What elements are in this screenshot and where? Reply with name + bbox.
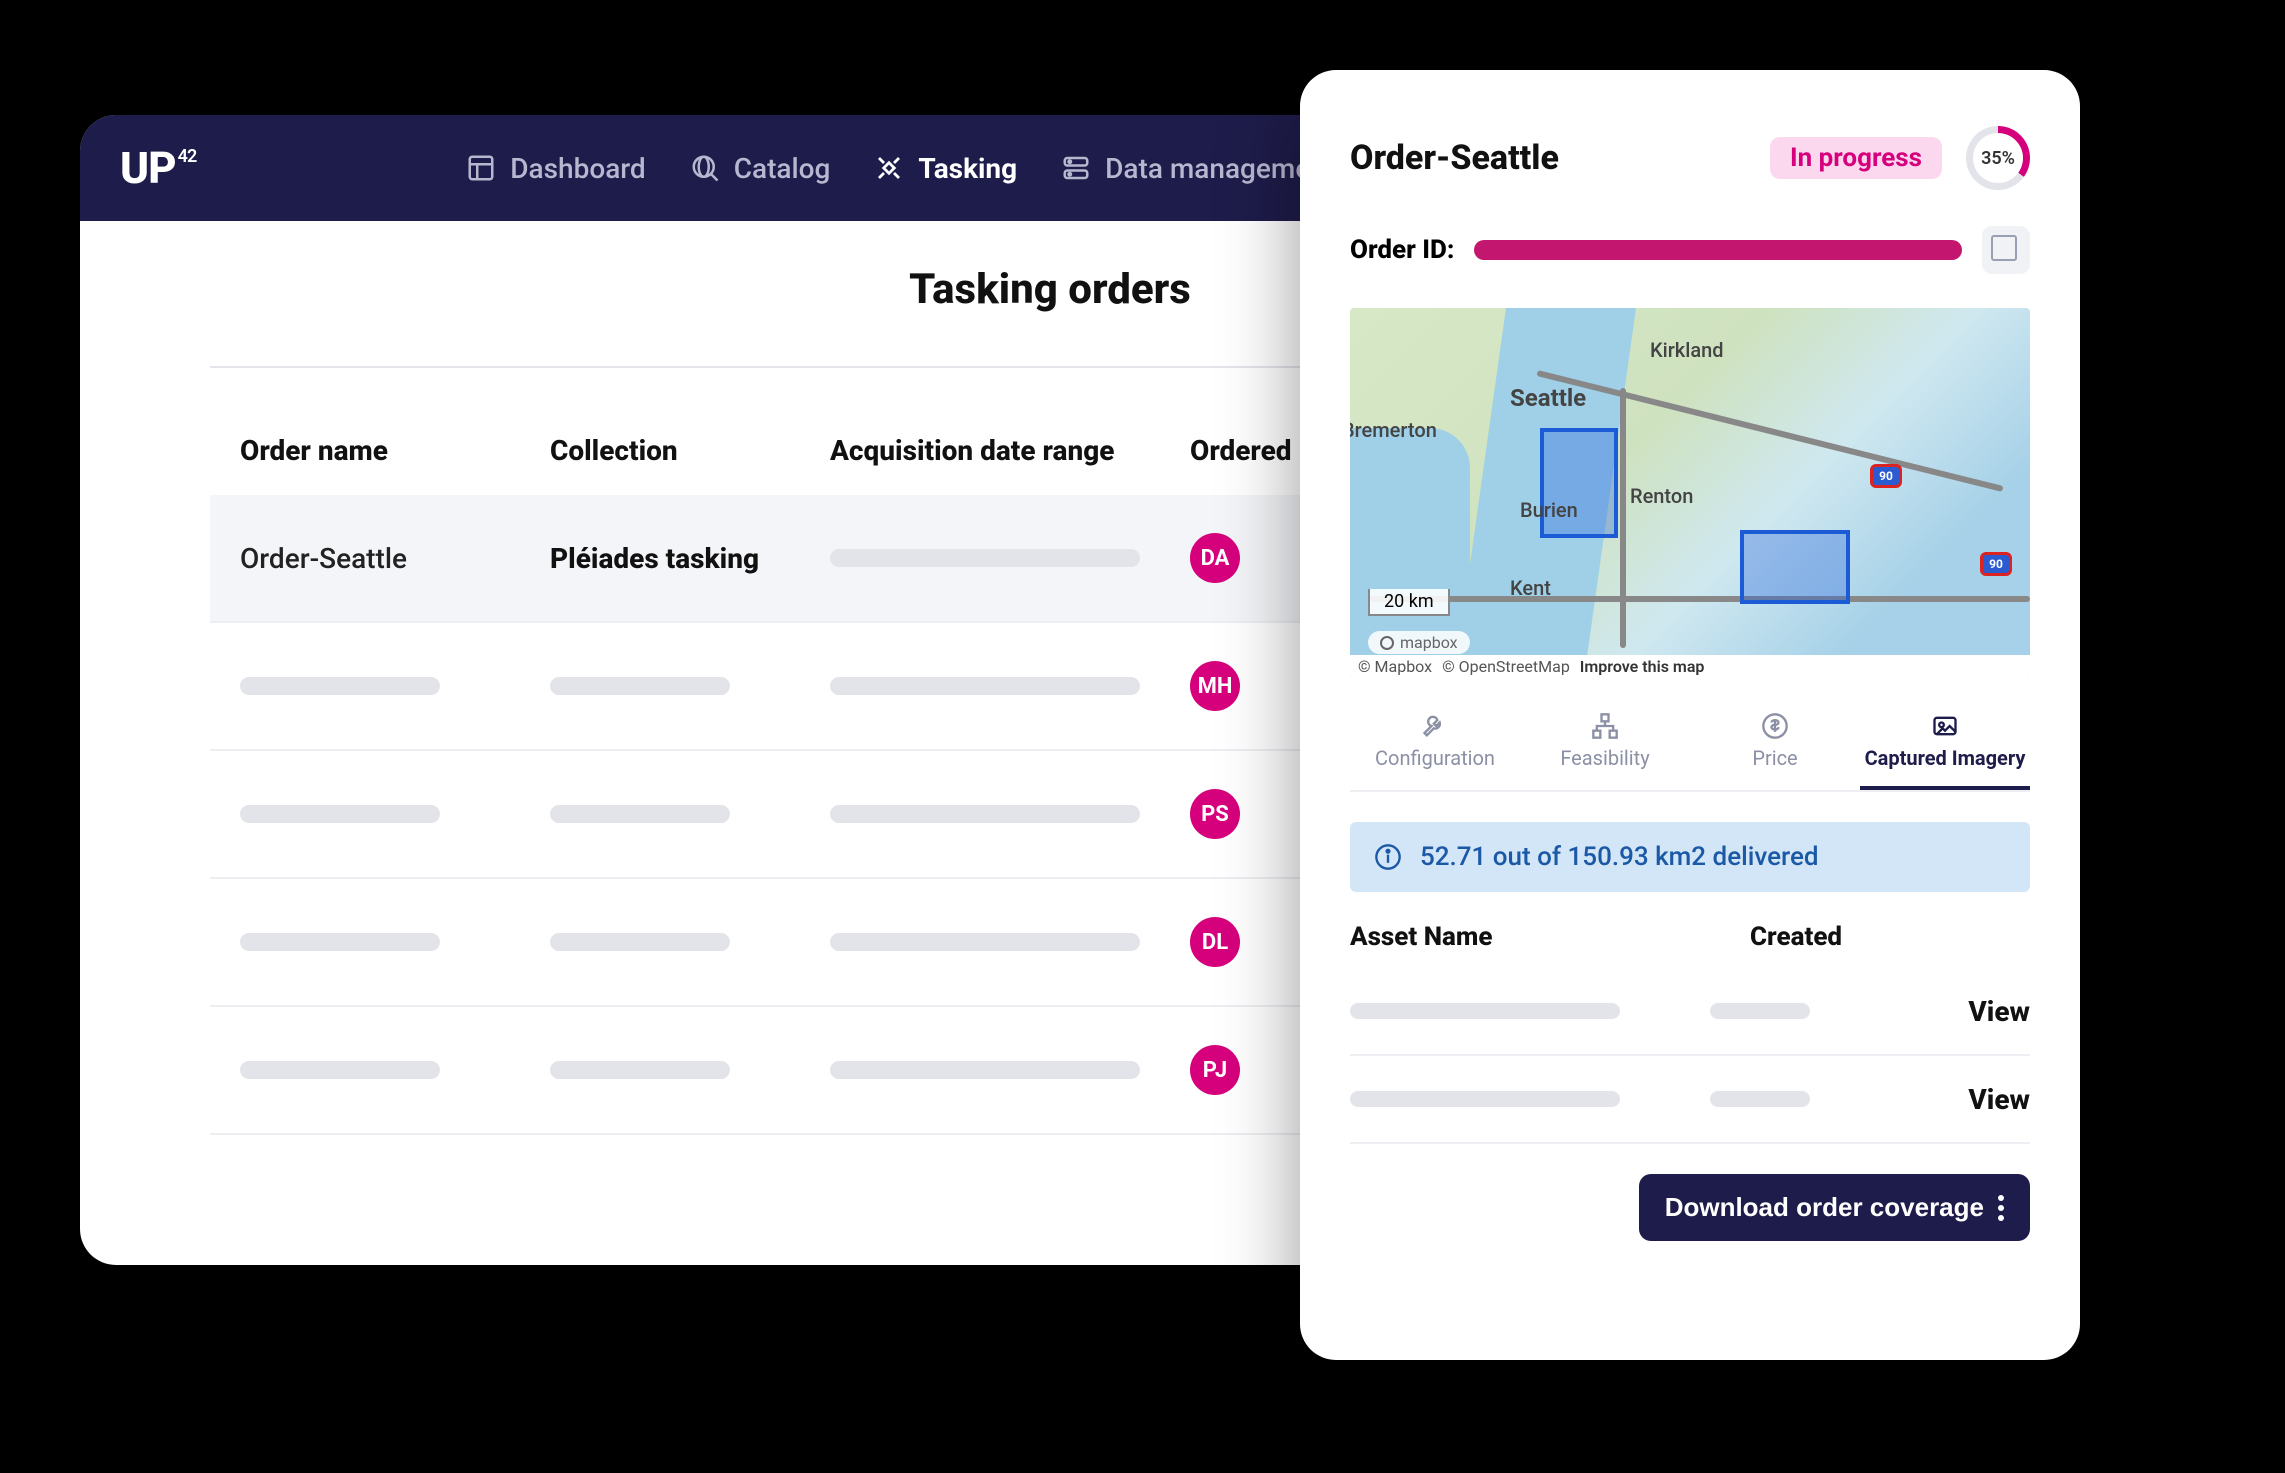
progress-pct: 35% xyxy=(1981,148,2015,169)
nav-data-management[interactable]: Data management xyxy=(1061,152,1335,185)
assets-header: Asset Name Created xyxy=(1350,922,2030,968)
cell-collection: Pléiades tasking xyxy=(550,542,830,575)
globe-search-icon xyxy=(690,153,720,183)
placeholder xyxy=(1350,1003,1620,1019)
asset-view-link[interactable]: View xyxy=(1968,1083,2030,1116)
attrib-mapbox[interactable]: © Mapbox xyxy=(1358,657,1432,676)
nav-catalog[interactable]: Catalog xyxy=(690,152,831,185)
tab-captured-label: Captured Imagery xyxy=(1865,746,2026,770)
col-header-acq-range: Acquisition date range xyxy=(830,434,1190,467)
avatar: PS xyxy=(1190,789,1240,839)
tab-feasibility-label: Feasibility xyxy=(1560,746,1649,770)
avatar: MH xyxy=(1190,661,1240,711)
attrib-improve-link[interactable]: Improve this map xyxy=(1580,657,1705,676)
placeholder xyxy=(550,1061,730,1079)
dashboard-icon xyxy=(466,153,496,183)
placeholder xyxy=(1350,1091,1620,1107)
placeholder xyxy=(240,677,440,695)
placeholder xyxy=(830,677,1140,695)
nav-catalog-label: Catalog xyxy=(734,152,831,185)
nav-dashboard[interactable]: Dashboard xyxy=(466,152,645,185)
wrench-icon xyxy=(1421,712,1449,740)
placeholder xyxy=(550,805,730,823)
download-coverage-label: Download order coverage xyxy=(1665,1192,1984,1223)
tab-feasibility[interactable]: Feasibility xyxy=(1520,704,1690,790)
brand-name: UP xyxy=(120,142,176,194)
placeholder xyxy=(830,805,1140,823)
highway-shield: 90 xyxy=(1870,464,1902,488)
tab-configuration-label: Configuration xyxy=(1375,746,1495,770)
avatar: DL xyxy=(1190,917,1240,967)
more-icon xyxy=(1998,1195,2004,1221)
attrib-osm[interactable]: © OpenStreetMap xyxy=(1442,657,1570,676)
placeholder xyxy=(830,549,1140,567)
placeholder xyxy=(1710,1091,1810,1107)
avatar: DA xyxy=(1190,533,1240,583)
map-label-burien: Burien xyxy=(1520,498,1578,522)
satellite-icon xyxy=(874,153,904,183)
image-icon xyxy=(1931,712,1959,740)
dollar-icon xyxy=(1761,712,1789,740)
placeholder xyxy=(830,1061,1140,1079)
download-coverage-button[interactable]: Download order coverage xyxy=(1639,1174,2030,1241)
order-id-row: Order ID: xyxy=(1350,226,2030,274)
map-attribution: © Mapbox © OpenStreetMap Improve this ma… xyxy=(1350,655,2030,678)
delivery-banner-text: 52.71 out of 150.93 km2 delivered xyxy=(1420,842,1819,872)
assets-header-created: Created xyxy=(1750,922,1842,952)
tab-configuration[interactable]: Configuration xyxy=(1350,704,1520,790)
server-icon xyxy=(1061,153,1091,183)
map-label-seattle: Seattle xyxy=(1510,384,1586,412)
tab-price-label: Price xyxy=(1752,746,1797,770)
copy-order-id-button[interactable] xyxy=(1982,226,2030,274)
order-map[interactable]: Seattle Kirkland Bremerton Burien Renton… xyxy=(1350,308,2030,678)
order-id-value-redacted xyxy=(1474,240,1962,260)
placeholder xyxy=(830,933,1140,951)
panel-tabs: Configuration Feasibility Price Captured… xyxy=(1350,704,2030,792)
tab-price[interactable]: Price xyxy=(1690,704,1860,790)
panel-title: Order-Seattle xyxy=(1350,138,1559,178)
nav-dashboard-label: Dashboard xyxy=(510,152,645,185)
map-label-kent: Kent xyxy=(1510,576,1551,600)
placeholder xyxy=(240,1061,440,1079)
status-badge: In progress xyxy=(1770,137,1942,179)
placeholder xyxy=(240,805,440,823)
aoi-polygon xyxy=(1740,530,1850,604)
nav-tasking[interactable]: Tasking xyxy=(874,152,1017,185)
brand-super: 42 xyxy=(178,146,197,167)
mapbox-badge-text: mapbox xyxy=(1400,633,1458,652)
placeholder xyxy=(240,933,440,951)
primary-nav: Dashboard Catalog Tasking xyxy=(466,152,1335,185)
asset-row: View xyxy=(1350,968,2030,1056)
placeholder xyxy=(550,933,730,951)
avatar: PJ xyxy=(1190,1045,1240,1095)
placeholder xyxy=(1710,1003,1810,1019)
assets-header-name: Asset Name xyxy=(1350,922,1750,952)
map-label-kirkland: Kirkland xyxy=(1650,338,1724,362)
highway-shield: 90 xyxy=(1980,552,2012,576)
info-icon xyxy=(1374,843,1402,871)
tab-captured-imagery[interactable]: Captured Imagery xyxy=(1860,704,2030,790)
progress-ring: 35% xyxy=(1966,126,2030,190)
col-header-collection: Collection xyxy=(550,434,830,467)
asset-row: View xyxy=(1350,1056,2030,1144)
placeholder xyxy=(550,677,730,695)
mapbox-badge: mapbox xyxy=(1368,631,1470,654)
brand-logo: UP42 xyxy=(120,142,196,194)
order-id-label: Order ID: xyxy=(1350,235,1454,265)
panel-header: Order-Seattle In progress 35% xyxy=(1350,126,2030,190)
cell-order-name: Order-Seattle xyxy=(240,542,550,575)
map-label-bremerton: Bremerton xyxy=(1350,418,1437,442)
nav-tasking-label: Tasking xyxy=(918,152,1017,185)
sitemap-icon xyxy=(1591,712,1619,740)
copy-icon xyxy=(1995,239,2017,261)
map-scale: 20 km xyxy=(1368,589,1450,616)
order-detail-panel: Order-Seattle In progress 35% Order ID: … xyxy=(1300,70,2080,1360)
map-label-renton: Renton xyxy=(1630,484,1693,508)
col-header-order-name: Order name xyxy=(240,434,550,467)
asset-view-link[interactable]: View xyxy=(1968,995,2030,1028)
delivery-banner: 52.71 out of 150.93 km2 delivered xyxy=(1350,822,2030,892)
